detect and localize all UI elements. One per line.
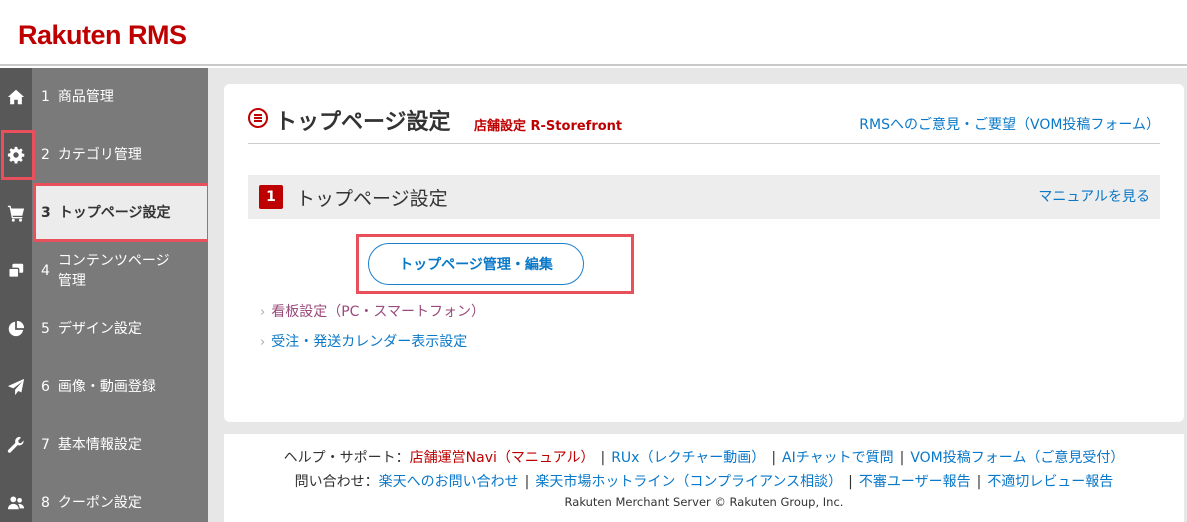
section-number-badge: 1 <box>259 185 283 209</box>
tools-icon <box>0 416 32 474</box>
shop-setting-label: 店舗設定 R-Storefront <box>474 119 623 134</box>
section-title: トップページ設定 <box>296 188 448 210</box>
footer-link-inappropriate-review[interactable]: 不適切レビュー報告 <box>987 474 1113 490</box>
footer-link-hotline[interactable]: 楽天市場ホットライン（コンプライアンス相談） <box>535 474 842 490</box>
sidebar-item-label: 商品管理 <box>57 89 114 105</box>
help-label: ヘルプ・サポート： <box>283 450 410 466</box>
link-label: 受注・発送カレンダー表示設定 <box>271 334 468 350</box>
sidebar-item-label: デザイン設定 <box>57 321 142 337</box>
pie-chart-icon <box>0 300 32 358</box>
sidebar-item-number: 7 <box>41 437 50 453</box>
footer-link-contact-rakuten[interactable]: 楽天へのお問い合わせ <box>379 474 519 490</box>
sidebar-item-label: 画像・動画登録 <box>57 379 156 395</box>
sidebar-item-number: 4 <box>41 263 50 279</box>
sidebar-item-label: コンテンツページ管理 <box>57 253 170 289</box>
sidebar-item-content-pages[interactable]: 4 コンテンツページ管理 <box>0 242 208 300</box>
list-icon <box>248 108 268 128</box>
sidebar-item-number: 2 <box>41 147 50 163</box>
sidebar-item-products[interactable]: 1 商品管理 <box>0 68 208 126</box>
calendar-settings-link[interactable]: › 受注・発送カレンダー表示設定 <box>260 331 467 351</box>
manual-link[interactable]: マニュアルを見る <box>1038 186 1150 206</box>
cart-icon <box>0 184 32 242</box>
sidebar-item-number: 5 <box>41 321 50 337</box>
section-header: 1 トップページ設定 マニュアルを見る <box>248 175 1160 219</box>
sidebar-item-basic-info[interactable]: 7 基本情報設定 <box>0 416 208 474</box>
page-header: トップページ設定 店舗設定 R-Storefront RMSへのご意見・ご要望（… <box>248 104 1160 144</box>
page-title: トップページ設定 <box>275 110 451 135</box>
chevron-right-icon: › <box>260 305 266 320</box>
chevron-right-icon: › <box>260 335 266 350</box>
link-label: 看板設定（PC・スマートフォン） <box>271 304 486 320</box>
sidebar-item-label: クーポン設定 <box>57 495 142 511</box>
sidebar-item-category[interactable]: 2 カテゴリ管理 <box>0 126 208 184</box>
sidebar-nav: 1 商品管理 2 カテゴリ管理 3 トップページ設定 4 コンテンツページ管理 5 デザイ… <box>0 68 208 522</box>
sidebar-item-coupons[interactable]: 8 クーポン設定 <box>0 474 208 522</box>
paper-plane-icon <box>0 358 32 416</box>
copyright: Rakuten Merchant Server © Rakuten Group,… <box>564 495 844 509</box>
sidebar-item-images[interactable]: 6 画像・動画登録 <box>0 358 208 416</box>
help-support-row: ヘルプ・サポート：店舗運営Navi（マニュアル） | RUx（レクチャー動画） | AI… <box>283 450 1125 466</box>
gear-icon <box>0 126 32 184</box>
sidebar-item-number: 1 <box>41 89 50 105</box>
footer-link-rux[interactable]: RUx（レクチャー動画） <box>611 450 765 466</box>
contact-label: 問い合わせ： <box>294 474 379 490</box>
footer-link-vom[interactable]: VOM投稿フォーム（ご意見受付） <box>910 450 1124 466</box>
top-page-edit-button[interactable]: トップページ管理・編集 <box>368 243 584 285</box>
feedback-link[interactable]: RMSへのご意見・ご要望（VOM投稿フォーム） <box>859 114 1160 134</box>
footer-link-suspicious-user[interactable]: 不審ユーザー報告 <box>859 474 971 490</box>
sidebar-item-number: 3 <box>41 205 51 221</box>
footer-link-navi[interactable]: 店舗運営Navi（マニュアル） <box>410 450 595 466</box>
rakuten-rms-logo[interactable]: Rakuten RMS <box>18 20 187 51</box>
users-icon <box>0 474 32 522</box>
sidebar-item-number: 8 <box>41 495 50 511</box>
app-header: Rakuten RMS <box>0 0 1187 66</box>
home-icon <box>0 68 32 126</box>
contact-row: 問い合わせ：楽天へのお問い合わせ | 楽天市場ホットライン（コンプライアンス相談） |… <box>294 474 1114 490</box>
footer: ヘルプ・サポート：店舗運営Navi（マニュアル） | RUx（レクチャー動画） | AI… <box>224 434 1184 522</box>
sidebar-item-design[interactable]: 5 デザイン設定 <box>0 300 208 358</box>
pages-icon <box>0 242 32 300</box>
sidebar-item-top-page[interactable]: 3 トップページ設定 <box>0 184 208 242</box>
sidebar-item-number: 6 <box>41 379 50 395</box>
sidebar-item-label: トップページ設定 <box>58 205 171 221</box>
signboard-settings-link[interactable]: › 看板設定（PC・スマートフォン） <box>260 301 485 321</box>
footer-link-ai-chat[interactable]: AIチャットで質問 <box>782 450 894 466</box>
sidebar-item-label: カテゴリ管理 <box>57 147 142 163</box>
sidebar-item-label: 基本情報設定 <box>57 437 142 453</box>
